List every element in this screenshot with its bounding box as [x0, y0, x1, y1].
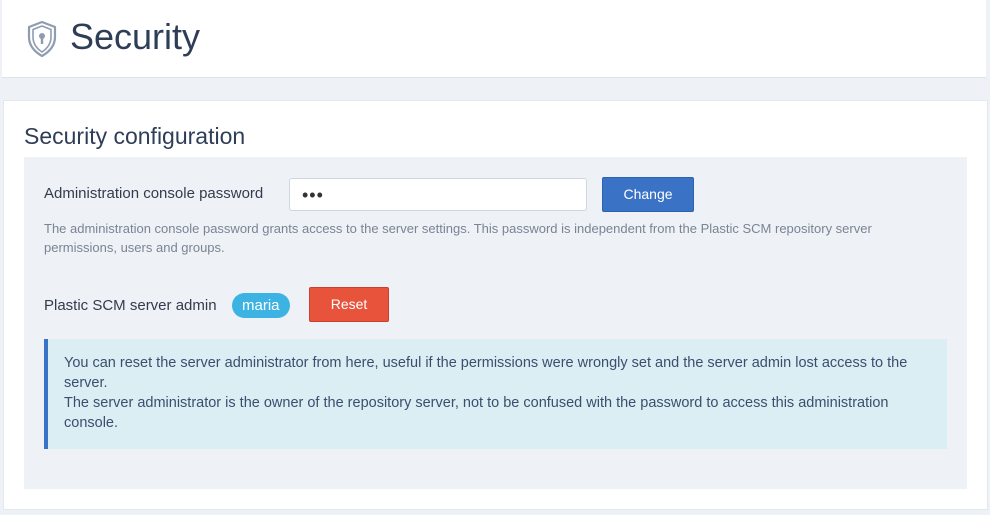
reset-button[interactable]: Reset	[309, 287, 389, 322]
admin-label: Plastic SCM server admin	[44, 297, 217, 314]
settings-panel: Administration console password ••• Chan…	[24, 157, 967, 489]
password-help-text: The administration console password gran…	[44, 221, 872, 255]
admin-user-badge: maria	[232, 293, 290, 318]
change-button[interactable]: Change	[602, 177, 694, 212]
alert-text-2: The server administrator is the owner of…	[64, 395, 889, 431]
alert-text-1: You can reset the server administrator f…	[64, 355, 908, 391]
security-configuration-card: Security configuration Administration co…	[3, 100, 988, 510]
info-alert: You can reset the server administrator f…	[44, 339, 947, 449]
shield-icon	[26, 20, 58, 58]
page-header: Security	[2, 0, 986, 78]
password-label: Administration console password	[44, 185, 264, 202]
page-title: Security	[70, 16, 201, 57]
password-field[interactable]: •••	[289, 178, 587, 211]
section-title: Security configuration	[24, 123, 246, 149]
